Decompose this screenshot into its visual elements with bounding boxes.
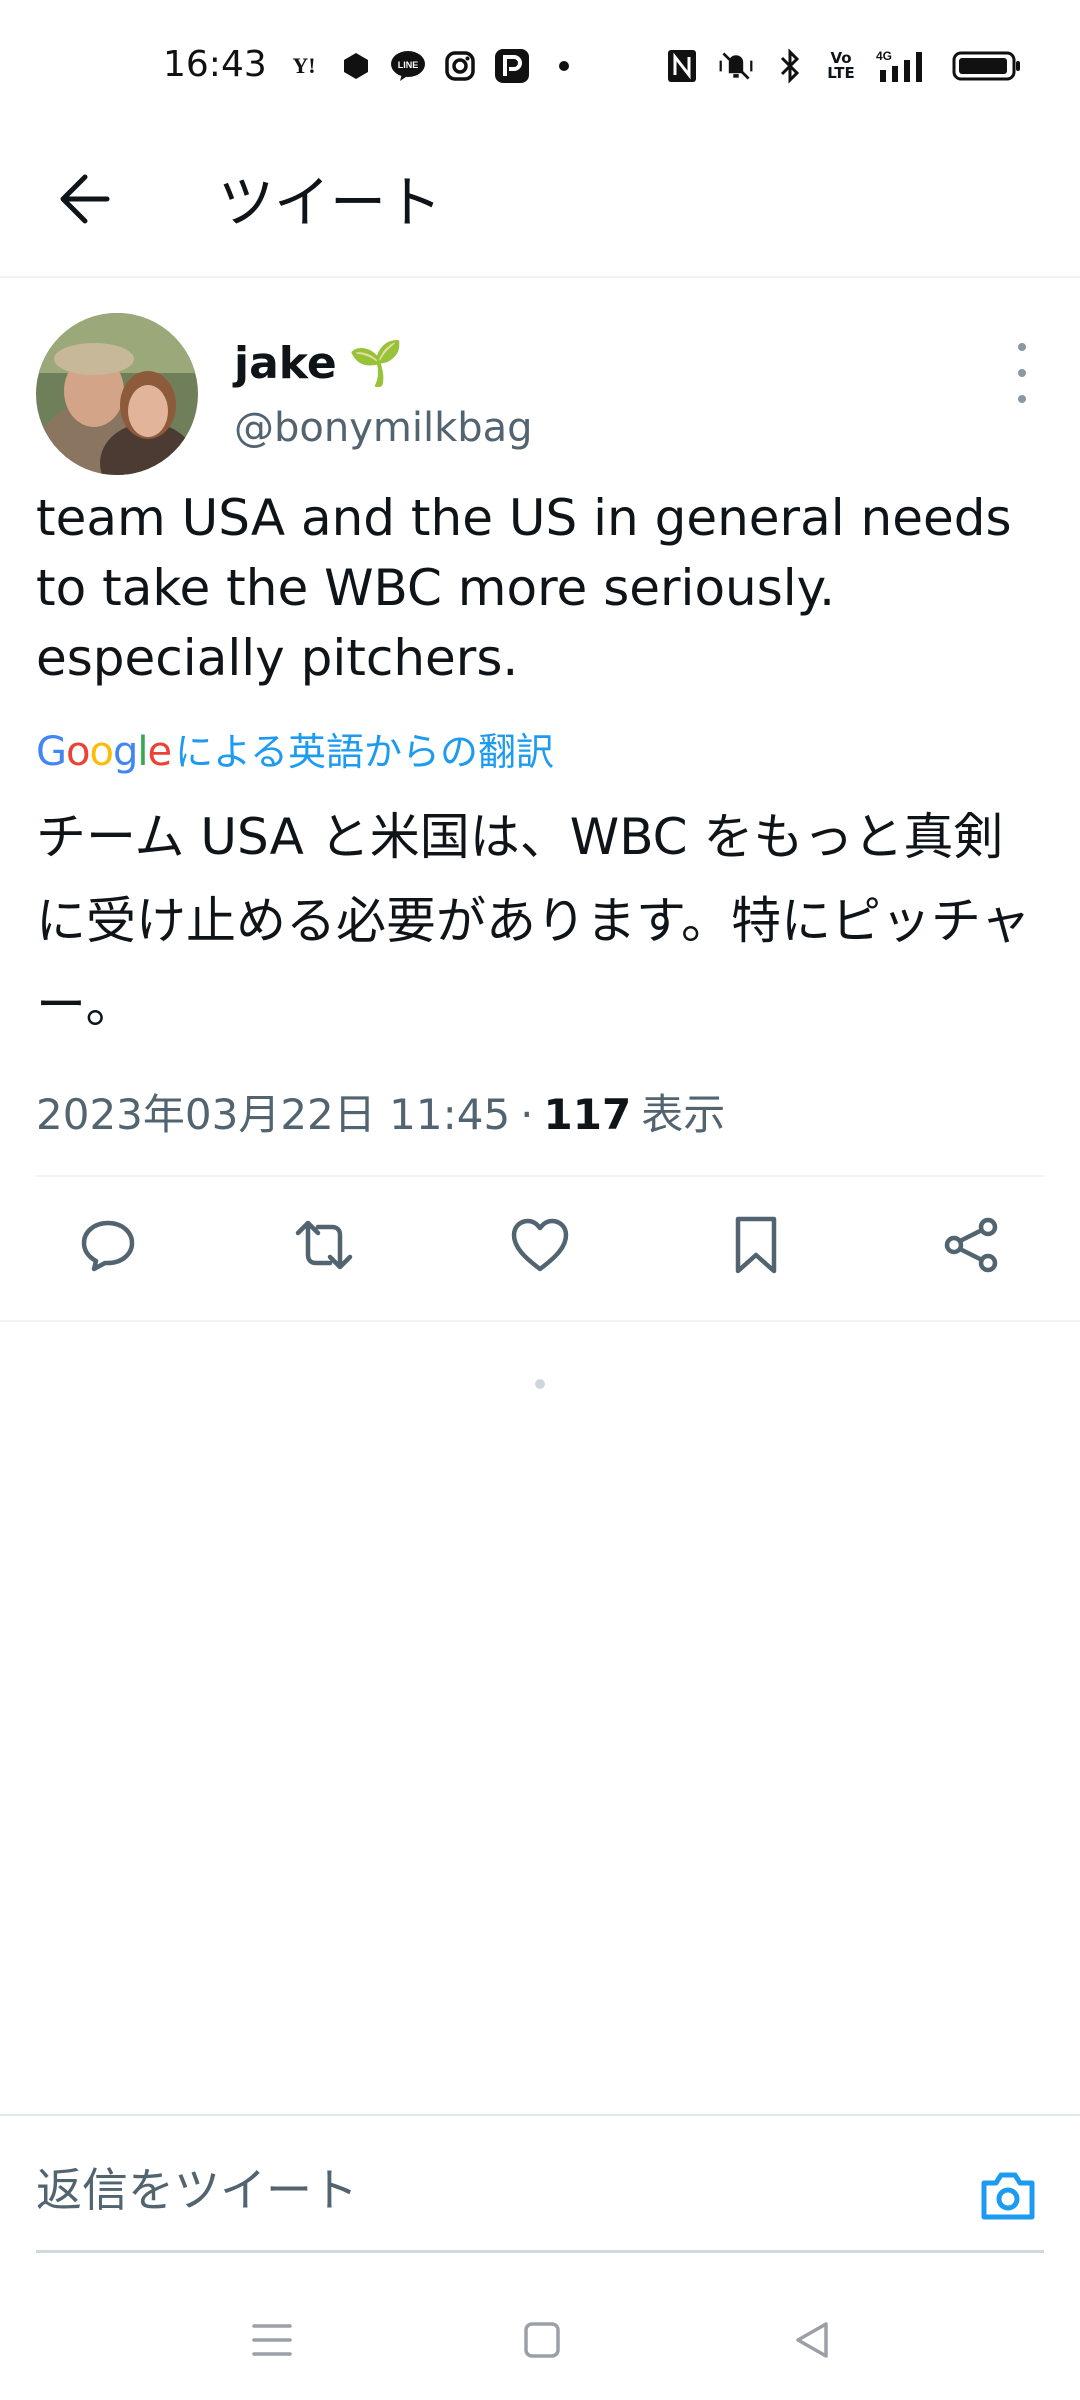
status-bar: 16:43 Y! LINE Vo LTE 4G <box>0 0 1080 130</box>
more-options-button[interactable] <box>1010 343 1034 403</box>
system-icons: Vo LTE 4G <box>664 48 1022 84</box>
4g-signal-icon: 4G <box>874 48 934 84</box>
reply-button[interactable] <box>76 1213 140 1277</box>
share-button[interactable] <box>940 1213 1004 1277</box>
arrow-left-icon <box>60 174 110 224</box>
reply-underline <box>36 2250 1044 2253</box>
translation-label-text: による英語からの翻訳 <box>175 730 554 774</box>
status-time: 16:43 <box>163 44 267 85</box>
more-notifications-dot-icon <box>546 48 582 84</box>
bookmark-button[interactable] <box>724 1213 788 1277</box>
instagram-icon <box>442 48 478 84</box>
google-logo: Google <box>36 729 172 775</box>
reply-bar: 返信をツイート <box>0 2114 1080 2252</box>
more-dot-icon <box>1018 369 1026 377</box>
mute-vibrate-icon <box>718 48 754 84</box>
camera-icon <box>981 2172 1035 2220</box>
bookmark-icon <box>735 1216 777 1274</box>
notification-app-icon <box>338 48 374 84</box>
retweet-button[interactable] <box>292 1213 356 1277</box>
battery-icon <box>952 48 1022 84</box>
loading-dot <box>535 1379 545 1389</box>
home-button[interactable] <box>512 2310 572 2370</box>
share-icon <box>944 1217 998 1273</box>
tweet-meta: 2023年03月22日 11:45 · 117 表示 <box>36 1081 725 1142</box>
tweet-text: team USA and the US in general needs to … <box>36 489 1012 687</box>
retweet-icon <box>295 1220 353 1270</box>
paypay-icon <box>494 48 530 84</box>
author-handle[interactable]: @bonymilkbag <box>234 405 533 451</box>
timestamp: 2023年03月22日 11:45 <box>36 1090 511 1139</box>
recent-apps-button[interactable] <box>242 2310 302 2370</box>
yahoo-icon: Y! <box>292 53 316 78</box>
like-button[interactable] <box>508 1213 572 1277</box>
system-nav-bar <box>0 2290 1080 2400</box>
back-nav-button[interactable] <box>782 2310 842 2370</box>
notification-icons: Y! LINE <box>286 48 582 84</box>
divider <box>36 1175 1044 1177</box>
section-divider <box>0 1320 1080 1322</box>
back-button[interactable] <box>50 164 120 234</box>
translated-text: チーム USA と米国は、WBC をもっと真剣に受け止める必要があります。特にピ… <box>36 808 1031 1034</box>
more-dot-icon <box>1018 395 1026 403</box>
svg-text:4G: 4G <box>876 49 892 63</box>
reply-input[interactable]: 返信をツイート <box>36 2154 358 2220</box>
line-icon: LINE <box>390 48 426 84</box>
page-title: ツイート <box>218 171 442 236</box>
seedling-icon: 🌱 <box>348 338 404 389</box>
reply-icon <box>81 1220 135 1272</box>
menu-icon <box>252 2324 292 2356</box>
svg-text:LINE: LINE <box>398 60 419 70</box>
app-header: ツイート <box>0 130 1080 278</box>
tweet-actions <box>36 1179 1044 1307</box>
translation-label[interactable]: Google による英語からの翻訳 <box>36 721 554 776</box>
more-dot-icon <box>1018 343 1026 351</box>
volte-icon: Vo LTE <box>827 49 855 82</box>
avatar[interactable] <box>36 313 198 475</box>
back-triangle-icon <box>796 2322 828 2358</box>
like-icon <box>511 1218 569 1272</box>
meta-separator: · <box>520 1090 534 1139</box>
home-square-icon <box>524 2322 560 2358</box>
camera-button[interactable] <box>976 2166 1040 2226</box>
author-name-text: jake <box>234 337 337 389</box>
views-label: 表示 <box>641 1090 726 1139</box>
author-name[interactable]: jake 🌱 <box>234 337 404 390</box>
views-count: 117 <box>543 1090 632 1139</box>
nfc-icon <box>664 48 700 84</box>
bluetooth-icon <box>772 48 808 84</box>
